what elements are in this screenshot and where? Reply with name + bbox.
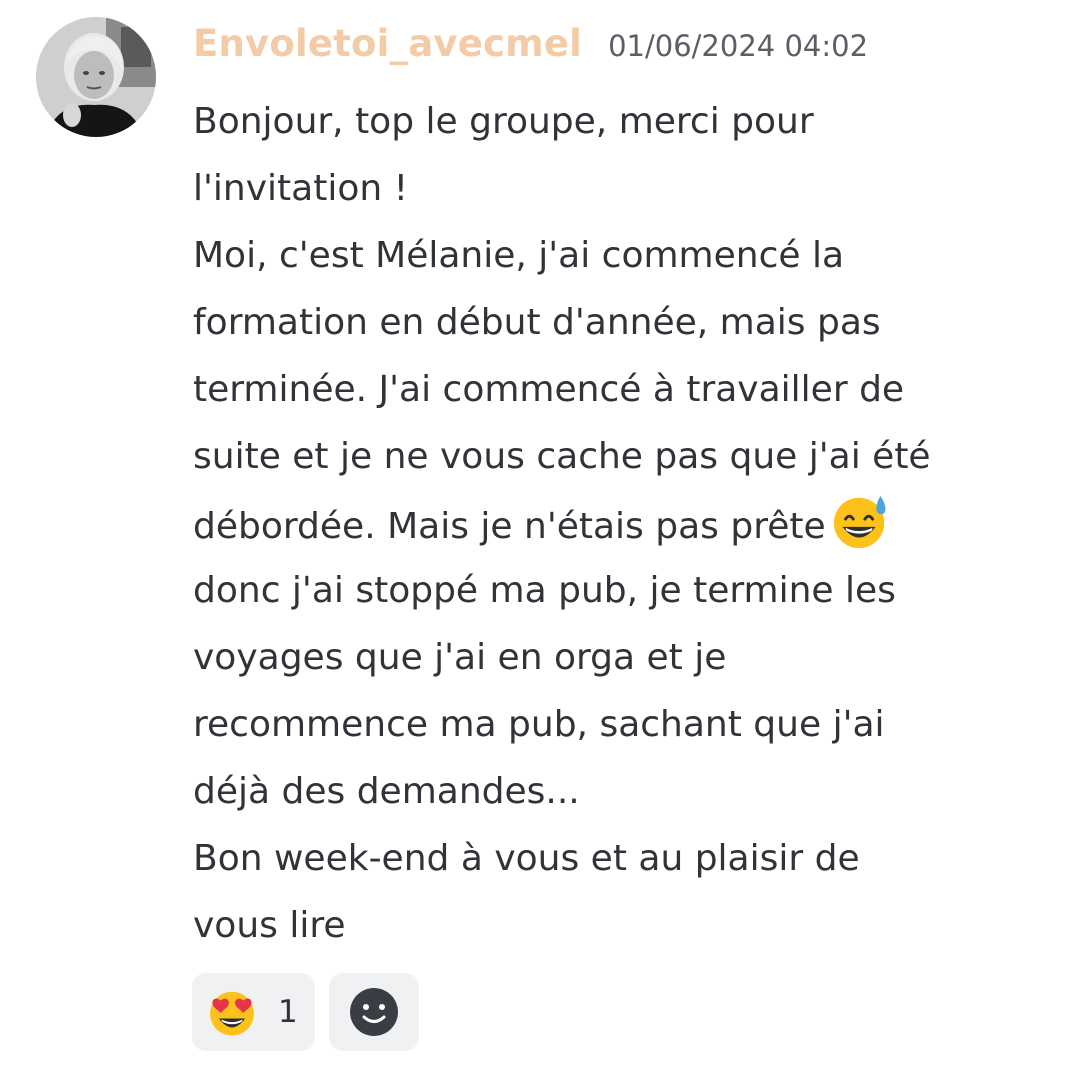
message-line: Moi, c'est Mélanie, j'ai commencé la [193,235,845,276]
avatar-photo [36,17,156,137]
message-line: formation en début d'année, mais pas [193,302,881,343]
message-line: suite et je ne vous cache pas que j'ai é… [193,436,931,477]
avatar[interactable] [36,17,156,137]
message-line: donc j'ai stoppé ma pub, je termine les [193,570,896,611]
username[interactable]: Envoletoi_avecmel [193,22,582,65]
timestamp: 01/06/2024 04:02 [608,29,869,63]
reactions-bar: 1 [192,973,419,1051]
message-line-with-emoji: débordée. Mais je n'étais pas prête [193,490,1063,557]
message-content: Bonjour, top le groupe, merci pour l'inv… [193,88,1063,959]
grinning-face-with-sweat-emoji [833,495,886,549]
add-reaction-icon [350,988,398,1036]
message-line-text: débordée. Mais je n'étais pas prête [193,506,826,547]
reaction-heart-eyes[interactable]: 1 [192,973,315,1051]
message-line: Bonjour, top le groupe, merci pour [193,101,814,142]
message-line: l'invitation ! [193,168,409,209]
message-line: recommence ma pub, sachant que j'ai [193,704,885,745]
smiling-face-with-heart-eyes-emoji [210,991,254,1036]
message-line: vous lire [193,905,346,946]
add-reaction-button[interactable] [329,973,419,1051]
message-line: terminée. J'ai commencé à travailler de [193,369,905,410]
reaction-count: 1 [278,994,298,1030]
message-line: Bon week-end à vous et au plaisir de [193,838,860,879]
message-line: déjà des demandes... [193,771,580,812]
message-line: voyages que j'ai en orga et je [193,637,727,678]
chat-message: Envoletoi_avecmel 01/06/2024 04:02 Bonjo… [0,0,1080,1084]
message-header: Envoletoi_avecmel 01/06/2024 04:02 [193,22,868,78]
